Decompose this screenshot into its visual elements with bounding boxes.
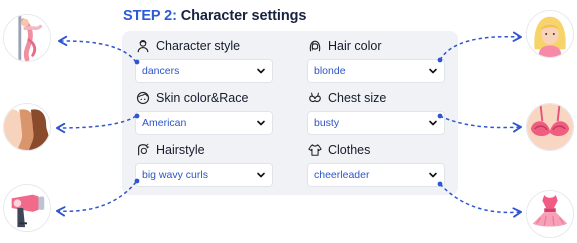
settings-panel: Character style dancers Hair color blond… <box>122 31 458 195</box>
hair-color-field: Hair color blonde <box>308 37 444 82</box>
hair-icon <box>309 40 321 52</box>
skin-icon <box>136 91 150 105</box>
step-heading: Character settings <box>180 8 307 24</box>
clothes-field: Clothes cheerleader <box>308 141 444 186</box>
hairstyle-icon <box>138 143 150 156</box>
chest-icon <box>309 92 321 103</box>
chevron-down-icon <box>429 172 437 178</box>
chevron-down-icon <box>257 172 265 178</box>
chest-size-value: busty <box>314 117 340 129</box>
character-style-select[interactable]: dancers <box>136 60 272 82</box>
character-style-label: Character style <box>156 39 241 53</box>
skin-race-field: Skin color&Race American <box>136 89 272 134</box>
hair-color-select[interactable]: blonde <box>308 60 444 82</box>
character-icon <box>137 40 149 53</box>
clothes-label: Clothes <box>328 143 371 157</box>
chevron-down-icon <box>257 120 265 126</box>
hair-color-value: blonde <box>314 65 346 77</box>
step-title: STEP 2: Character settings <box>123 8 306 24</box>
skin-tones-icon <box>3 103 51 151</box>
chevron-down-icon <box>257 68 265 74</box>
skin-race-label: Skin color&Race <box>156 91 249 105</box>
chevron-down-icon <box>429 68 437 74</box>
hair-dryer-icon <box>3 184 51 232</box>
clothes-value: cheerleader <box>314 169 370 181</box>
clothes-icon <box>308 144 322 156</box>
dancer-pole-icon <box>3 14 51 62</box>
tutu-dress-icon <box>526 190 574 238</box>
hairstyle-field: Hairstyle big wavy curls <box>136 141 272 186</box>
hair-color-label: Hair color <box>328 39 382 53</box>
blonde-woman-icon <box>526 10 574 58</box>
clothes-select[interactable]: cheerleader <box>308 164 444 186</box>
character-style-field: Character style dancers <box>136 37 272 82</box>
bra-icon <box>526 103 574 151</box>
step-number: STEP 2: <box>123 8 177 24</box>
hairstyle-value: big wavy curls <box>142 169 208 181</box>
character-settings-widget: STEP 2: Character settings Character sty… <box>0 0 577 243</box>
character-style-value: dancers <box>142 65 180 77</box>
chest-size-select[interactable]: busty <box>308 112 444 134</box>
skin-race-value: American <box>142 117 187 129</box>
chest-size-label: Chest size <box>328 91 387 105</box>
skin-race-select[interactable]: American <box>136 112 272 134</box>
hairstyle-select[interactable]: big wavy curls <box>136 164 272 186</box>
chevron-down-icon <box>429 120 437 126</box>
chest-size-field: Chest size busty <box>308 89 444 134</box>
hairstyle-label: Hairstyle <box>156 143 205 157</box>
